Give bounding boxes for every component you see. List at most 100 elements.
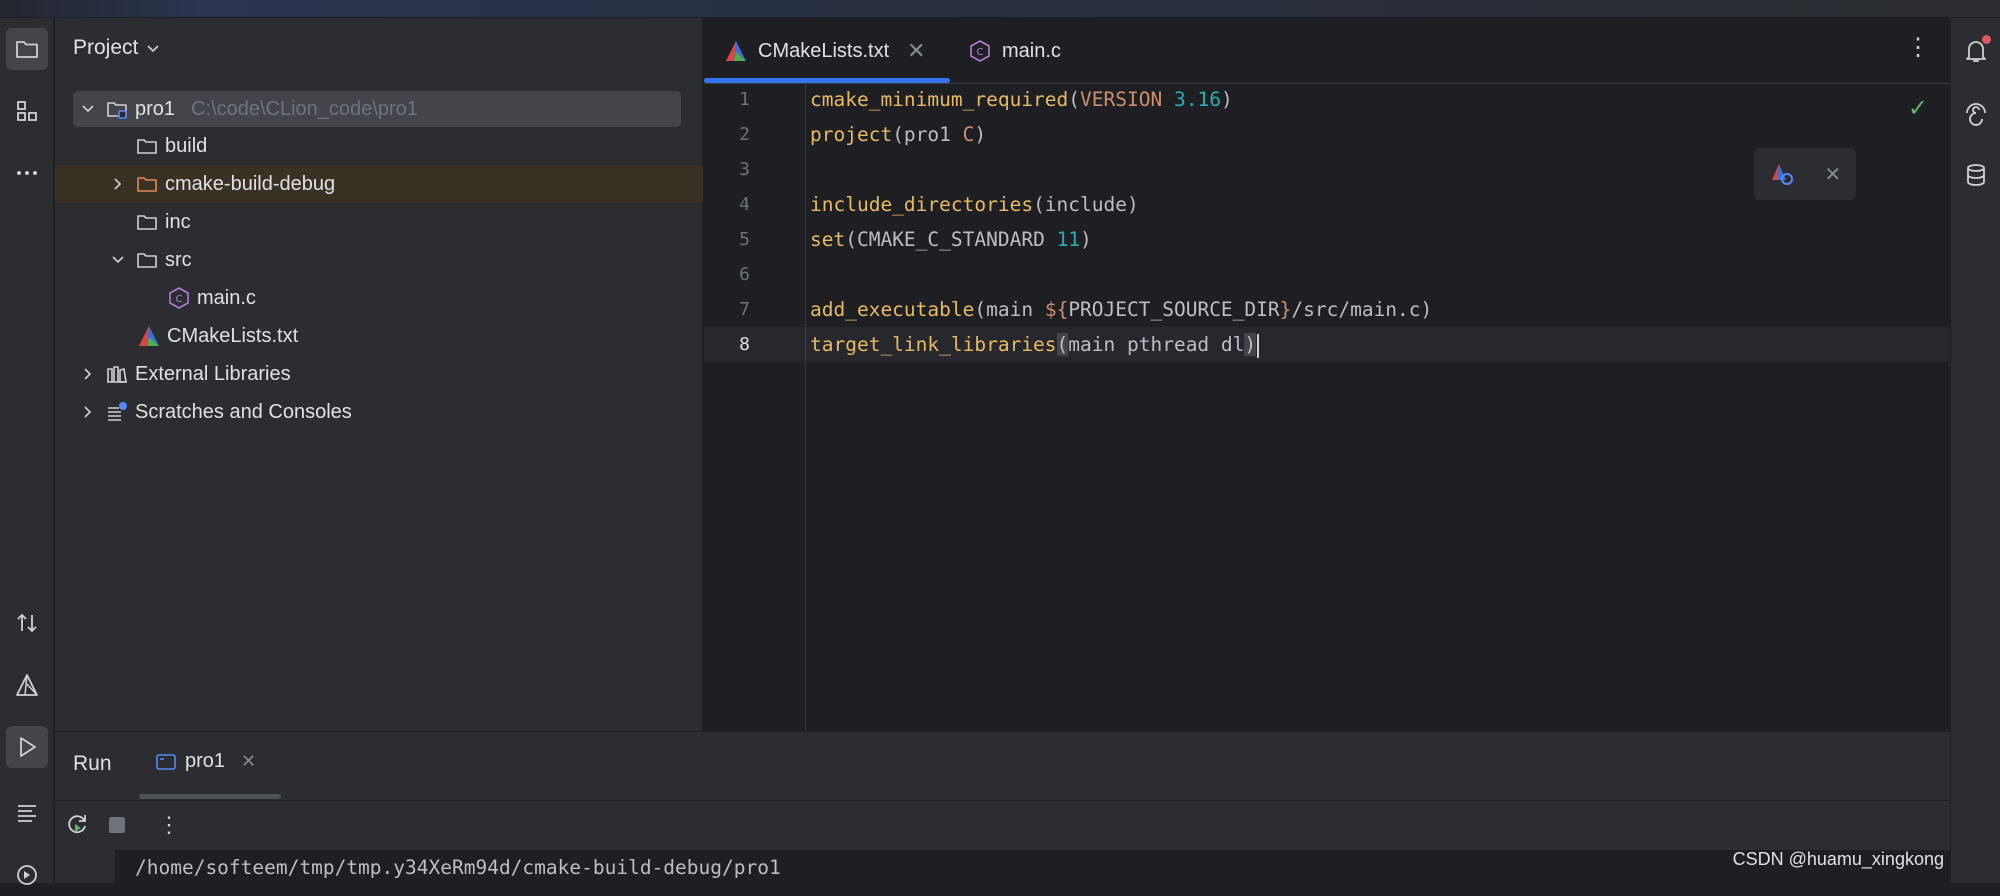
cmake-triangle-icon bbox=[16, 674, 38, 696]
title-bar bbox=[0, 0, 2000, 18]
chevron-right-icon[interactable] bbox=[107, 177, 129, 191]
chevron-down-icon[interactable] bbox=[77, 102, 99, 116]
play-icon bbox=[20, 737, 36, 757]
services-tool-button[interactable] bbox=[6, 854, 48, 896]
notifications-button[interactable] bbox=[1959, 34, 1993, 68]
code-line-8[interactable]: target_link_libraries(main pthread dl) bbox=[810, 333, 1260, 358]
run-panel-title: Run bbox=[73, 752, 112, 775]
tree-item-label: CMakeLists.txt bbox=[167, 324, 299, 347]
editor: CMakeLists.txt ✕ C main.c ⋮ 1 2 3 4 5 6 … bbox=[704, 18, 1950, 731]
stop-icon bbox=[109, 817, 125, 833]
more-vertical-icon[interactable]: ⋮ bbox=[1906, 36, 1930, 60]
structure-tool-button[interactable] bbox=[6, 90, 48, 132]
project-panel-header[interactable]: Project bbox=[73, 36, 160, 60]
run-toolbar: ⋮ bbox=[55, 800, 1950, 848]
tree-item-cmake-build-debug[interactable]: cmake-build-debug bbox=[107, 166, 335, 202]
commit-tool-button[interactable] bbox=[6, 602, 48, 644]
todo-tool-button[interactable] bbox=[6, 792, 48, 834]
line-gutter: 1 2 3 4 5 6 7 8 bbox=[704, 84, 806, 731]
line-number: 1 bbox=[739, 89, 750, 110]
close-icon[interactable]: ✕ bbox=[241, 751, 256, 772]
spiral-icon bbox=[1966, 103, 1986, 126]
chevron-right-icon[interactable] bbox=[77, 405, 99, 419]
cmake-tool-button[interactable] bbox=[6, 664, 48, 706]
active-run-tab-indicator bbox=[139, 794, 281, 799]
run-tool-button[interactable] bbox=[6, 726, 48, 768]
folder-icon bbox=[16, 41, 38, 58]
project-panel-title: Project bbox=[73, 36, 139, 59]
cmake-file-icon bbox=[137, 324, 161, 348]
notification-badge bbox=[1982, 35, 1991, 44]
folder-icon bbox=[135, 248, 159, 272]
tree-item-label: src bbox=[165, 248, 192, 271]
ellipsis-icon bbox=[17, 171, 37, 175]
run-tab-pro1[interactable]: pro1 ✕ bbox=[155, 750, 256, 773]
code-line-5[interactable]: set(CMAKE_C_STANDARD 11) bbox=[810, 228, 1092, 251]
chevron-right-icon[interactable] bbox=[77, 367, 99, 381]
lines-icon bbox=[18, 805, 36, 822]
line-number: 4 bbox=[739, 194, 750, 215]
line-number: 2 bbox=[739, 124, 750, 145]
c-file-icon: C bbox=[970, 40, 990, 62]
editor-tabbar: CMakeLists.txt ✕ C main.c ⋮ bbox=[704, 18, 1950, 84]
tree-item-pro1[interactable]: pro1 C:\code\CLion_code\pro1 bbox=[77, 91, 418, 127]
ai-assistant-button[interactable] bbox=[1959, 96, 1993, 130]
line-number: 5 bbox=[739, 229, 750, 250]
run-tab-label: pro1 bbox=[185, 750, 226, 772]
tree-item-external-libraries[interactable]: External Libraries bbox=[77, 356, 291, 392]
library-icon bbox=[105, 362, 129, 386]
chevron-down-icon bbox=[147, 45, 159, 53]
left-toolbar bbox=[0, 18, 54, 885]
close-icon[interactable]: ✕ bbox=[907, 38, 925, 64]
tab-main-c[interactable]: C main.c bbox=[968, 18, 1061, 84]
code-line-7[interactable]: add_executable(main ${PROJECT_SOURCE_DIR… bbox=[810, 298, 1432, 321]
cmake-file-icon bbox=[726, 41, 746, 61]
tree-item-label: External Libraries bbox=[135, 362, 291, 385]
more-vertical-icon: ⋮ bbox=[158, 812, 180, 837]
code-line-4[interactable]: include_directories(include) bbox=[810, 193, 1139, 216]
line-number: 3 bbox=[739, 159, 750, 180]
tab-cmakelists[interactable]: CMakeLists.txt ✕ bbox=[724, 18, 926, 84]
folder-icon bbox=[135, 210, 159, 234]
tab-label: main.c bbox=[1002, 39, 1061, 62]
cmake-reload-icon[interactable] bbox=[1769, 161, 1795, 187]
c-file-icon: C bbox=[167, 286, 191, 310]
tab-label: CMakeLists.txt bbox=[758, 39, 890, 62]
code-line-2[interactable]: project(pro1 C) bbox=[810, 123, 986, 146]
line-number: 7 bbox=[739, 299, 750, 320]
rerun-icon bbox=[68, 815, 86, 834]
watermark: CSDN @huamu_xingkong bbox=[1732, 849, 1944, 869]
console-icon bbox=[156, 753, 176, 770]
folder-icon bbox=[135, 134, 159, 158]
checkmark-icon[interactable]: ✓ bbox=[1908, 94, 1928, 123]
tree-item-label: cmake-build-debug bbox=[165, 172, 336, 195]
tree-item-label: main.c bbox=[197, 286, 256, 309]
database-icon bbox=[1967, 164, 1985, 186]
close-icon[interactable]: ✕ bbox=[1824, 162, 1841, 187]
tree-item-scratches[interactable]: Scratches and Consoles bbox=[77, 394, 352, 430]
project-tool-button[interactable] bbox=[6, 28, 48, 70]
tree-item-build[interactable]: build bbox=[107, 128, 207, 164]
arrows-up-down-icon bbox=[17, 613, 37, 633]
line-number-current: 8 bbox=[739, 334, 750, 355]
run-more-button[interactable]: ⋮ bbox=[155, 811, 183, 839]
tree-item-main-c[interactable]: C main.c bbox=[167, 280, 256, 316]
line-number: 6 bbox=[739, 264, 750, 285]
chevron-down-icon[interactable] bbox=[107, 253, 129, 267]
tree-item-label: Scratches and Consoles bbox=[135, 400, 352, 423]
rerun-button[interactable] bbox=[63, 811, 91, 839]
tree-item-label: build bbox=[165, 134, 208, 157]
database-button[interactable] bbox=[1959, 158, 1993, 192]
code-line-1[interactable]: cmake_minimum_required(VERSION 3.16) bbox=[810, 88, 1233, 111]
services-icon bbox=[17, 865, 37, 885]
run-panel: Run pro1 ✕ ⋮ /home/softeem/tmp/tmp.y34Xe… bbox=[55, 731, 1950, 884]
tree-item-cmakelists[interactable]: CMakeLists.txt bbox=[137, 318, 298, 354]
console-output-line: /home/softeem/tmp/tmp.y34XeRm94d/cmake-b… bbox=[135, 856, 781, 879]
tree-item-src[interactable]: src bbox=[107, 242, 192, 278]
right-toolbar bbox=[1950, 18, 2000, 883]
run-console[interactable]: /home/softeem/tmp/tmp.y34XeRm94d/cmake-b… bbox=[115, 850, 1950, 884]
more-tools-button[interactable] bbox=[6, 152, 48, 194]
stop-button[interactable] bbox=[103, 811, 131, 839]
tree-item-label: inc bbox=[165, 210, 191, 233]
tree-item-inc[interactable]: inc bbox=[107, 204, 191, 240]
